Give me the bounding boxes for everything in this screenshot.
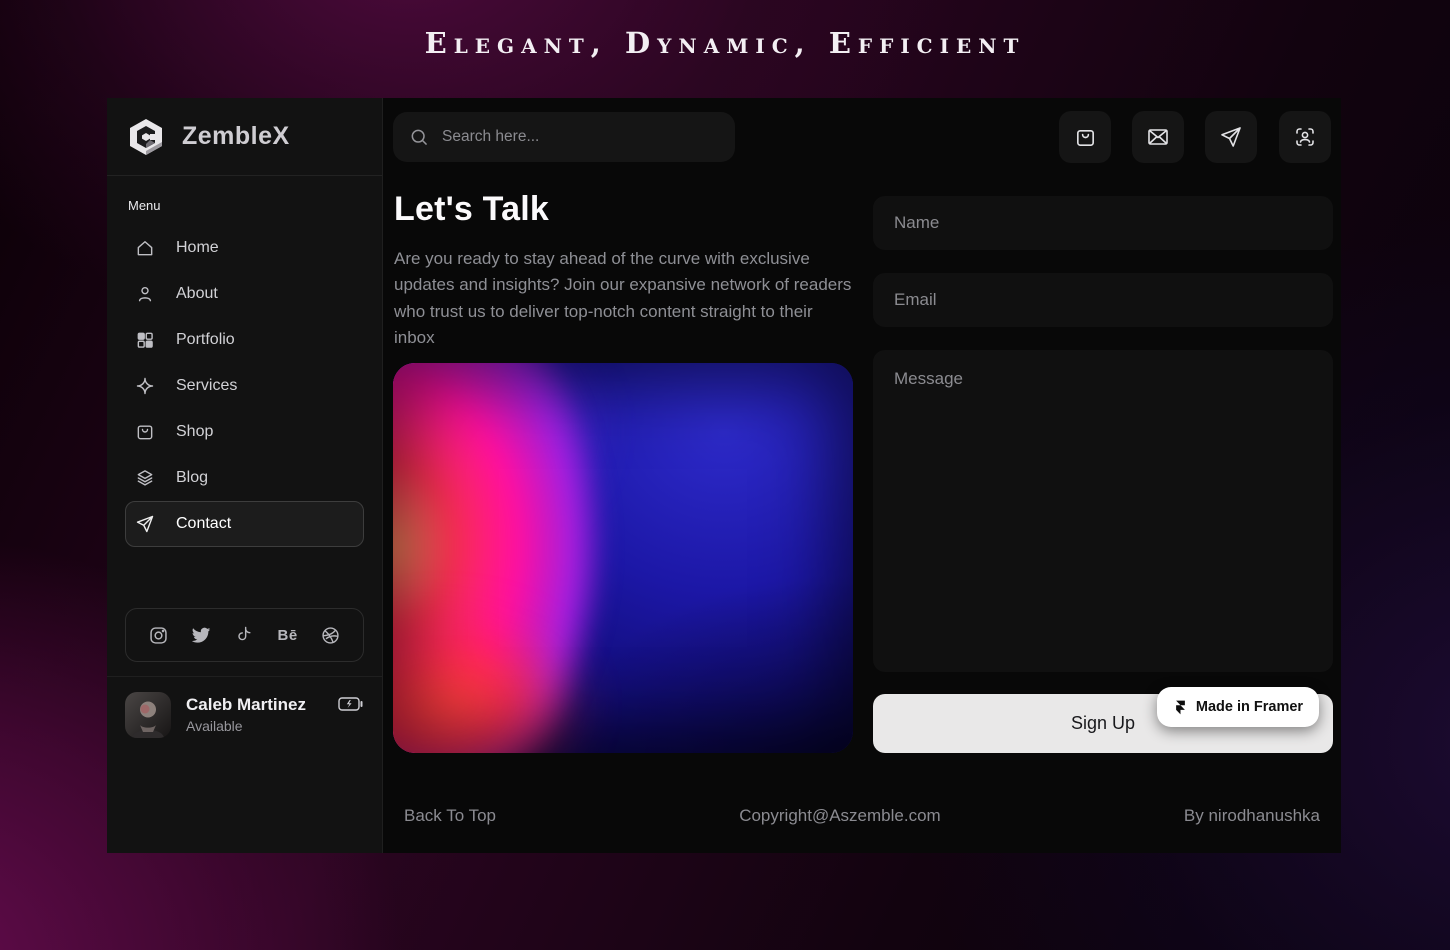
shopping-bag-icon <box>1074 126 1097 149</box>
shopping-bag-button[interactable] <box>1059 111 1111 163</box>
back-to-top-link[interactable]: Back To Top <box>404 806 496 826</box>
brand-name: ZembleX <box>182 122 290 151</box>
violet-blob <box>393 363 605 550</box>
sidebar-item-label: Services <box>176 377 237 395</box>
name-field[interactable] <box>873 196 1333 250</box>
user-icon <box>135 284 155 304</box>
behance-icon[interactable]: Bē <box>277 624 299 646</box>
menu-section-label: Menu <box>128 198 364 213</box>
send-icon <box>1219 125 1243 149</box>
layers-icon <box>135 468 155 488</box>
instagram-icon[interactable] <box>147 624 169 646</box>
sidebar-item-label: Home <box>176 239 219 257</box>
credit-text: By nirodhanushka <box>1184 806 1320 826</box>
dribbble-icon[interactable] <box>320 624 342 646</box>
user-scan-icon <box>1293 125 1317 149</box>
main-content: Let's Talk Are you ready to stay ahead o… <box>383 98 1341 853</box>
sparkle-icon <box>135 376 155 396</box>
search-bar[interactable] <box>393 112 735 162</box>
sidebar-item-label: Blog <box>176 469 208 487</box>
made-in-framer-badge[interactable]: Made in Framer <box>1157 687 1319 727</box>
sidebar-item-home[interactable]: Home <box>125 225 364 271</box>
page-title: Elegant, Dynamic, Efficient <box>0 26 1450 60</box>
mail-icon <box>1146 125 1170 149</box>
send-button[interactable] <box>1205 111 1257 163</box>
sidebar-item-label: About <box>176 285 218 303</box>
badge-label: Made in Framer <box>1196 699 1303 715</box>
app-window: ZembleX Menu Home About <box>107 98 1341 853</box>
sidebar-menu-section: Menu Home About <box>107 176 382 676</box>
email-field[interactable] <box>873 273 1333 327</box>
battery-charging-icon <box>338 696 364 712</box>
sidebar-item-label: Shop <box>176 423 213 441</box>
framer-logo-icon <box>1173 700 1188 715</box>
page-background: Elegant, Dynamic, Efficient ZembleX <box>0 0 1450 950</box>
search-input[interactable] <box>442 128 719 146</box>
tiktok-icon[interactable] <box>233 624 255 646</box>
footer: Back To Top Copyright@Aszemble.com By ni… <box>383 806 1341 826</box>
sidebar-item-label: Contact <box>176 515 231 533</box>
gradient-artwork-image <box>393 363 853 753</box>
profile-text: Caleb Martinez Available <box>186 694 306 736</box>
sidebar: ZembleX Menu Home About <box>107 98 383 853</box>
sidebar-item-blog[interactable]: Blog <box>125 455 364 501</box>
pink-crescent-blob <box>393 363 609 753</box>
avatar <box>125 692 171 738</box>
user-profile[interactable]: Caleb Martinez Available <box>107 676 382 753</box>
shopping-bag-icon <box>135 422 155 442</box>
sidebar-item-contact[interactable]: Contact <box>125 501 364 547</box>
sidebar-item-label: Portfolio <box>176 331 235 349</box>
profile-name: Caleb Martinez <box>186 694 306 716</box>
hexagon-c-logo-icon <box>125 116 167 158</box>
intro-paragraph: Are you ready to stay ahead of the curve… <box>394 246 854 352</box>
sidebar-item-about[interactable]: About <box>125 271 364 317</box>
twitter-icon[interactable] <box>190 624 212 646</box>
sidebar-item-portfolio[interactable]: Portfolio <box>125 317 364 363</box>
search-icon <box>409 127 429 147</box>
user-scan-button[interactable] <box>1279 111 1331 163</box>
home-icon <box>135 238 155 258</box>
message-field[interactable] <box>873 350 1333 672</box>
sidebar-item-services[interactable]: Services <box>125 363 364 409</box>
social-links-bar: Bē <box>125 608 364 662</box>
sidebar-item-shop[interactable]: Shop <box>125 409 364 455</box>
send-icon <box>135 514 155 534</box>
profile-status: Available <box>186 716 306 736</box>
copyright-text: Copyright@Aszemble.com <box>739 806 941 826</box>
brand-header: ZembleX <box>107 98 382 176</box>
red-glow-blob <box>393 613 586 753</box>
page-heading: Let's Talk <box>394 190 549 229</box>
main-menu: Home About Portfolio <box>125 225 364 547</box>
mail-button[interactable] <box>1132 111 1184 163</box>
grid-icon <box>135 330 155 350</box>
